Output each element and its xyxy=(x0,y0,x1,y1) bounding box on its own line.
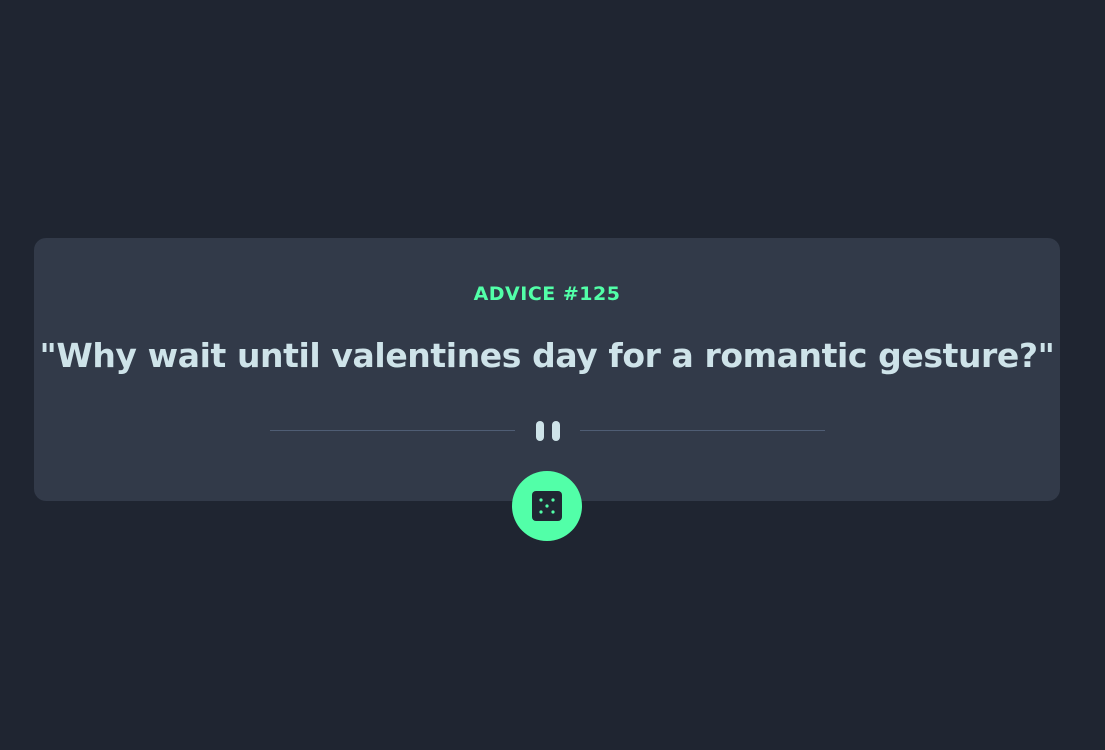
advice-number: ADVICE #125 xyxy=(473,283,621,305)
divider-line-right xyxy=(580,430,825,431)
advice-card: ADVICE #125 "Why wait until valentines d… xyxy=(34,238,1060,501)
new-advice-button[interactable] xyxy=(512,471,582,541)
advice-quote: "Why wait until valentines day for a rom… xyxy=(39,336,1055,375)
pause-icon xyxy=(534,420,562,442)
page: ADVICE #125 "Why wait until valentines d… xyxy=(0,0,1105,750)
dice-icon xyxy=(532,491,562,521)
divider-line-left xyxy=(270,430,515,431)
pattern-divider xyxy=(270,420,825,442)
